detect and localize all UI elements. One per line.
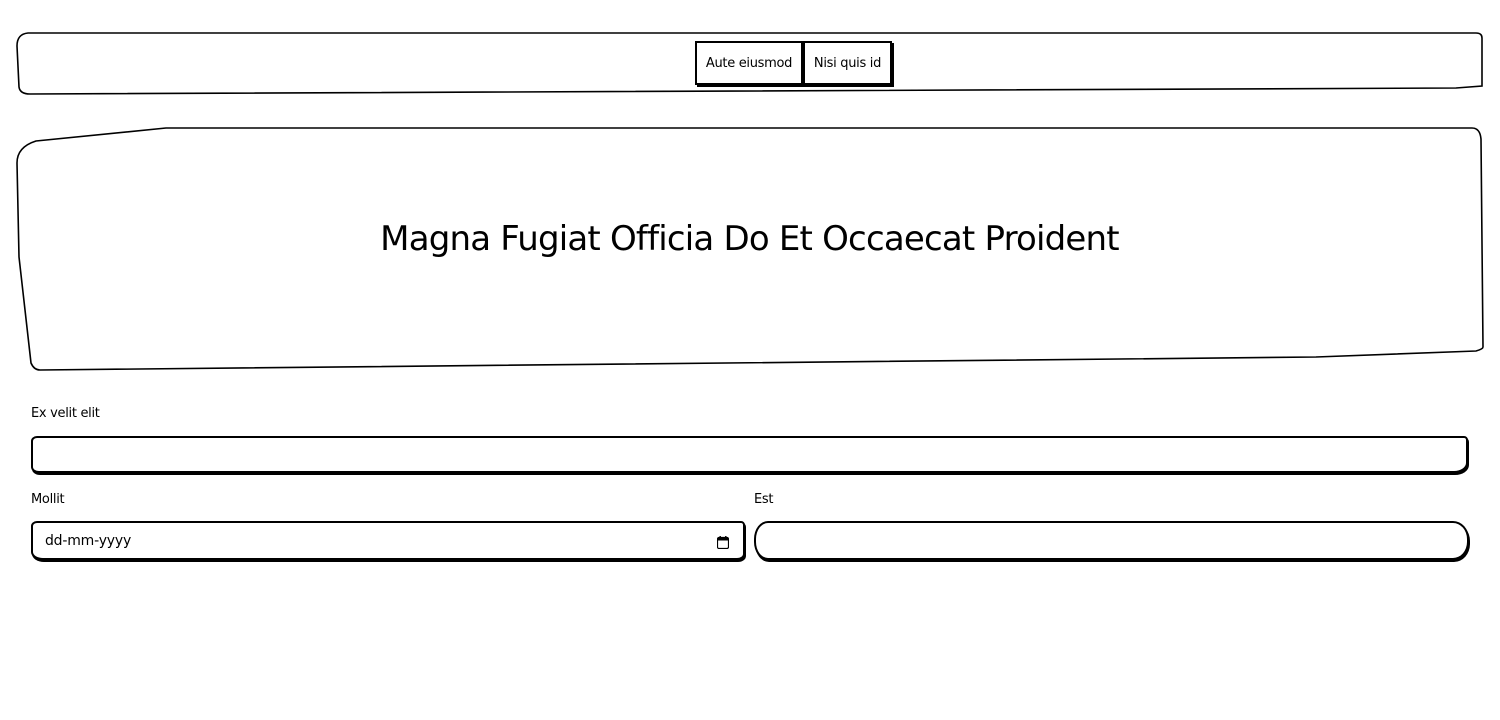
hero-title: Magna Fugiat Officia Do Et Occaecat Proi… (380, 219, 1119, 259)
top-nav: Aute eiusmod Nisi quis id (16, 32, 1483, 95)
mollit-date-field[interactable]: dd-mm-yyyy (31, 521, 745, 560)
nav-button-group: Aute eiusmod Nisi quis id (695, 41, 892, 85)
field-label-mollit: Mollit (31, 492, 65, 507)
est-field[interactable] (754, 521, 1469, 560)
est-input[interactable] (756, 523, 1467, 558)
field-label-ex-velit-elit: Ex velit elit (31, 406, 100, 421)
field-label-est: Est (754, 492, 774, 507)
ex-velit-elit-field[interactable] (31, 436, 1468, 473)
nav-button-nisi-quis-id[interactable]: Nisi quis id (803, 41, 892, 85)
hero-section: Magna Fugiat Officia Do Et Occaecat Proi… (16, 127, 1484, 371)
date-placeholder[interactable]: dd-mm-yyyy (33, 533, 717, 549)
calendar-icon[interactable] (716, 534, 730, 550)
nav-button-aute-eiusmod[interactable]: Aute eiusmod (695, 41, 803, 85)
ex-velit-elit-input[interactable] (33, 438, 1466, 471)
